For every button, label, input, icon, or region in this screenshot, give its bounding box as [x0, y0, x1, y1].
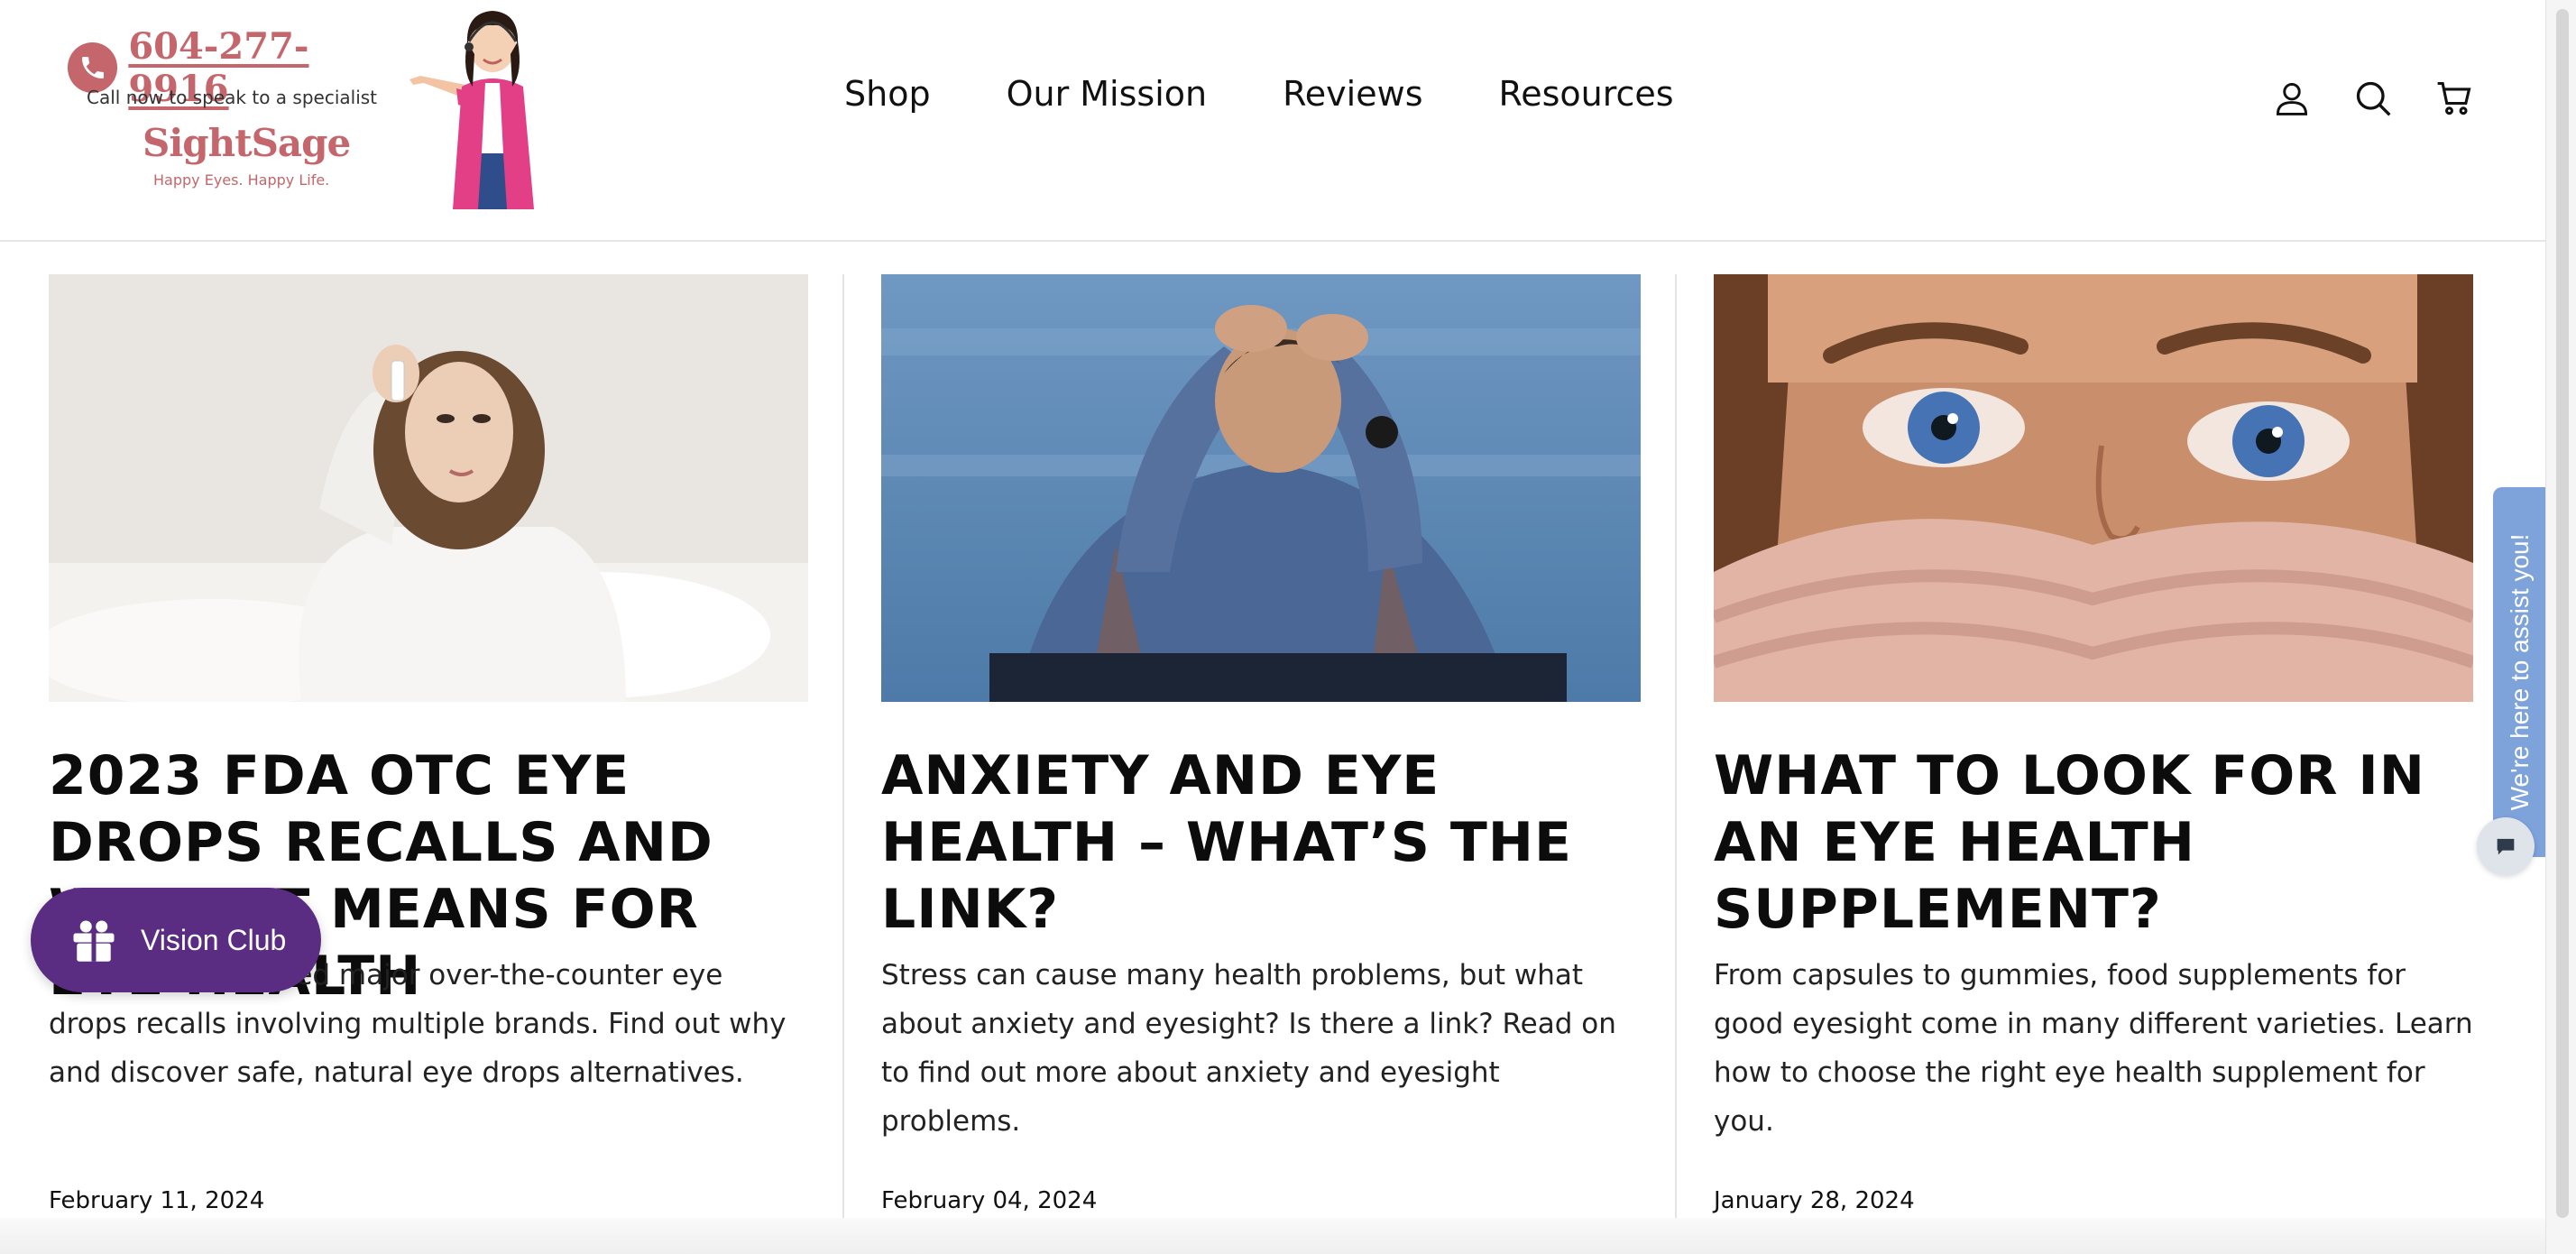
article-date: February 04, 2024: [881, 1187, 1098, 1214]
article-image-eye-drops[interactable]: [31, 274, 808, 707]
nav-shop[interactable]: Shop: [844, 74, 931, 114]
article-card[interactable]: ANXIETY AND EYE HEALTH – WHAT’S THE LINK…: [881, 274, 1641, 1214]
header-icons: [2271, 78, 2475, 119]
call-specialist-text: Call now to speak to a specialist: [87, 87, 378, 108]
cart-icon[interactable]: [2433, 78, 2475, 119]
specialist-mascot-image: [409, 11, 534, 209]
article-excerpt: From capsules to gummies, food supplemen…: [1714, 959, 2473, 1138]
phone-icon: [68, 42, 118, 93]
blog-article-grid: 2023 FDA OTC EYE DROPS RECALLS AND WHAT …: [31, 274, 2476, 1222]
article-date: February 11, 2024: [49, 1187, 265, 1214]
brand-tagline: Happy Eyes. Happy Life.: [153, 171, 330, 189]
search-icon[interactable]: [2352, 78, 2394, 119]
page-scrollbar[interactable]: [2545, 0, 2576, 1254]
chat-icon[interactable]: [2477, 817, 2535, 875]
account-icon[interactable]: [2271, 78, 2313, 119]
nav-resources[interactable]: Resources: [1499, 74, 1674, 114]
scrollbar-thumb[interactable]: [2556, 9, 2569, 1218]
logo-block[interactable]: 604-277-9916 Call now to speak to a spec…: [63, 20, 406, 200]
bottom-fade: [0, 1218, 2545, 1254]
site-header: 604-277-9916 Call now to speak to a spec…: [0, 0, 2545, 242]
nav-our-mission[interactable]: Our Mission: [1007, 74, 1208, 114]
main-nav: Shop Our Mission Reviews Resources: [844, 74, 1674, 114]
nav-reviews[interactable]: Reviews: [1283, 74, 1422, 114]
article-excerpt: Stress can cause many health problems, b…: [881, 959, 1616, 1138]
vision-club-button[interactable]: Vision Club: [31, 888, 321, 992]
article-title[interactable]: WHAT TO LOOK FOR IN AN EYE HEALTH SUPPLE…: [1714, 742, 2473, 943]
article-date: January 28, 2024: [1714, 1187, 1915, 1214]
article-image-blue-eyes[interactable]: [1711, 274, 2476, 702]
article-card[interactable]: WHAT TO LOOK FOR IN AN EYE HEALTH SUPPLE…: [1711, 274, 2476, 1214]
article-title[interactable]: ANXIETY AND EYE HEALTH – WHAT’S THE LINK…: [881, 742, 1641, 943]
assist-chat-tab[interactable]: We're here to assist you!: [2493, 487, 2547, 857]
gift-icon: [73, 920, 115, 962]
vision-club-label: Vision Club: [141, 923, 287, 956]
assist-tab-label: We're here to assist you!: [2506, 533, 2534, 811]
brand-logo-text: SightSage: [143, 121, 351, 165]
article-image-anxiety[interactable]: [881, 274, 1641, 702]
